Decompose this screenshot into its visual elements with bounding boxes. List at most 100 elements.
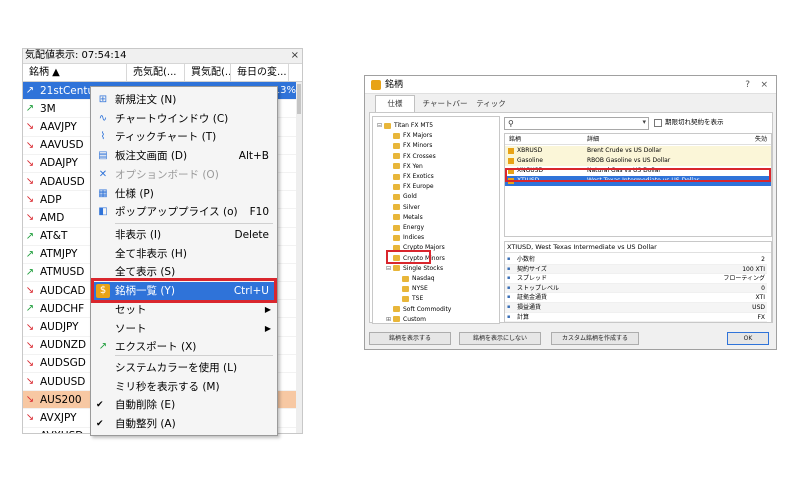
property-row: ▪ 契約サイズ 100 XTI <box>505 264 767 275</box>
property-key: 証拠金通貨 <box>517 294 548 302</box>
property-row: ▪ ストップレベル 0 <box>505 283 767 294</box>
show-symbol-button[interactable]: 銘柄を表示する <box>369 332 451 345</box>
arrow-down-icon: ↘ <box>25 139 35 151</box>
menu-item: ✕ オプションボード (O) <box>91 166 277 184</box>
tab-spec[interactable]: 仕様 <box>375 95 415 113</box>
menu-item[interactable]: ↗ エクスポート (X) <box>91 338 277 356</box>
menu-item-label: ミリ秒を表示する (M) <box>115 380 220 393</box>
menu-item[interactable]: ⌇ ティックチャート (T) <box>91 128 277 146</box>
highlight-box <box>505 168 771 182</box>
folder-icon <box>393 214 400 221</box>
expand-icon[interactable]: ⊞ <box>386 314 393 325</box>
arrow-down-icon: ↘ <box>25 339 35 351</box>
menu-item[interactable]: ソート ▶ <box>91 320 277 338</box>
help-icon[interactable]: ? <box>745 76 750 94</box>
scrollbar-thumb[interactable] <box>297 84 301 114</box>
column-bid[interactable]: 売気配(... <box>127 64 185 81</box>
close-icon[interactable]: × <box>291 49 299 63</box>
column-symbol[interactable]: 銘柄 <box>509 134 521 145</box>
menu-item[interactable]: ⊞ 新規注文 (N) <box>91 91 277 109</box>
chart-window-icon: ∿ <box>98 112 108 124</box>
market-watch-header: 銘柄 ▲ 売気配(... 買気配(... 毎日の変... <box>23 64 302 82</box>
list-item[interactable]: XBRUSD Brent Crude vs US Dollar <box>505 146 771 156</box>
show-expired-label: 期限切れ契約を表示 <box>665 118 724 126</box>
property-value: 0 <box>761 284 765 292</box>
tree-item-label: Single Stocks <box>403 264 444 272</box>
menu-item-label: 全て非表示 (H) <box>115 247 187 260</box>
tab-ticks[interactable]: ティック <box>473 96 509 112</box>
symbol-properties: XTIUSD, West Texas Intermediate vs US Do… <box>504 241 772 323</box>
property-icon: ▪ <box>507 284 511 291</box>
column-ask[interactable]: 買気配(... <box>185 64 231 81</box>
tree-item-label: Metals <box>403 213 423 221</box>
property-key: 小数桁 <box>517 256 536 263</box>
menu-item[interactable]: 非表示 (I) Delete <box>91 226 277 244</box>
menu-item-label: セット <box>115 303 147 316</box>
scrollbar[interactable] <box>296 82 302 433</box>
menu-item-label: オプションボード (O) <box>115 168 219 181</box>
property-key: スプレッド <box>517 275 548 283</box>
popup-price-icon: ◧ <box>98 206 108 218</box>
menu-item-label: 自動整列 (A) <box>115 418 176 431</box>
arrow-up-icon: ↗ <box>25 85 35 97</box>
symbols-icon <box>508 148 514 154</box>
search-input[interactable]: ⚲ ▾ <box>504 117 649 130</box>
column-description[interactable]: 詳細 <box>587 134 599 145</box>
highlight-box <box>91 278 277 303</box>
menu-item-shortcut: Delete <box>234 229 270 241</box>
menu-item[interactable]: ▦ 仕様 (P) <box>91 185 277 203</box>
folder-icon <box>402 295 409 302</box>
arrow-down-icon: ↘ <box>23 431 37 433</box>
menu-separator <box>115 223 273 224</box>
folder-icon <box>393 183 400 190</box>
arrow-down-icon: ↘ <box>25 285 35 297</box>
column-expiry[interactable]: 失効 <box>755 134 767 145</box>
column-symbol[interactable]: 銘柄 ▲ <box>23 64 127 81</box>
tree-item-label: FX Yen <box>403 162 423 170</box>
arrow-down-icon: ↘ <box>25 194 35 206</box>
menu-item[interactable]: ▤ 板注文画面 (D) Alt+B <box>91 147 277 165</box>
symbols-icon <box>371 80 381 90</box>
tree-item-label: Gold <box>403 193 417 201</box>
property-value: USD <box>752 304 765 311</box>
list-item[interactable]: Gasoline RBOB Gasoline vs US Dollar <box>505 156 771 166</box>
menu-item[interactable]: ◧ ポップアッププライス (o) F10 <box>91 203 277 221</box>
expand-icon[interactable]: ⊟ <box>386 263 393 274</box>
menu-item[interactable]: ✔ 自動整列 (A) <box>91 415 277 433</box>
ok-button[interactable]: OK <box>727 332 769 345</box>
symbol-tree: ⊟ Titan FX MT5 FX Majors FX Minors FX Crosse… <box>372 116 500 324</box>
menu-item[interactable]: システムカラーを使用 (L) <box>91 359 277 377</box>
property-icon: ▪ <box>507 304 511 310</box>
property-value: フローティング <box>723 275 765 283</box>
property-row: ▪ 小数桁 2 <box>505 255 767 265</box>
column-daily-change[interactable]: 毎日の変... <box>231 64 289 81</box>
show-expired-checkbox[interactable] <box>654 119 662 127</box>
arrow-up-icon: ↗ <box>25 103 35 115</box>
tab-chart-bars[interactable]: チャートバー <box>421 96 469 112</box>
context-menu: ⊞ 新規注文 (N) ∿ チャートウインドウ (C) ⌇ ティックチャート (T) ▤ 板注文… <box>90 86 278 436</box>
menu-item[interactable]: ✔ 自動削除 (E) <box>91 396 277 414</box>
menu-item[interactable]: ∿ チャートウインドウ (C) <box>91 110 277 128</box>
menu-item[interactable]: セット ▶ <box>91 301 277 319</box>
menu-item-label: 自動削除 (E) <box>115 399 176 412</box>
close-icon[interactable]: × <box>760 76 768 94</box>
folder-icon <box>393 224 400 231</box>
expand-icon[interactable]: ⊟ <box>377 120 384 131</box>
hide-symbol-button[interactable]: 銘柄を表示にしない <box>459 332 541 345</box>
tree-item-label: Nasdaq <box>412 275 435 282</box>
arrow-down-icon: ↘ <box>25 321 35 333</box>
chevron-down-icon[interactable]: ▾ <box>642 118 646 126</box>
market-watch-title: 気配値表示: 07:54:14 <box>25 50 127 61</box>
folder-icon <box>393 173 400 180</box>
tree-item-label: NYSE <box>412 285 428 293</box>
menu-item-shortcut: Alt+B <box>238 150 269 163</box>
tree-item[interactable]: ⊞ Custom <box>386 314 426 325</box>
menu-item[interactable]: ミリ秒を表示する (M) <box>91 378 277 396</box>
menu-item-label: 板注文画面 (D) <box>115 150 188 163</box>
properties-title: XTIUSD, West Texas Intermediate vs US Do… <box>505 242 771 253</box>
create-custom-symbol-button[interactable]: カスタム銘柄を作成する <box>551 332 639 345</box>
symbol-name: XBRUSD <box>517 147 543 154</box>
arrow-down-icon: ↘ <box>25 157 35 169</box>
check-icon: ✔ <box>96 419 104 430</box>
menu-item[interactable]: 全て非表示 (H) <box>91 245 277 263</box>
